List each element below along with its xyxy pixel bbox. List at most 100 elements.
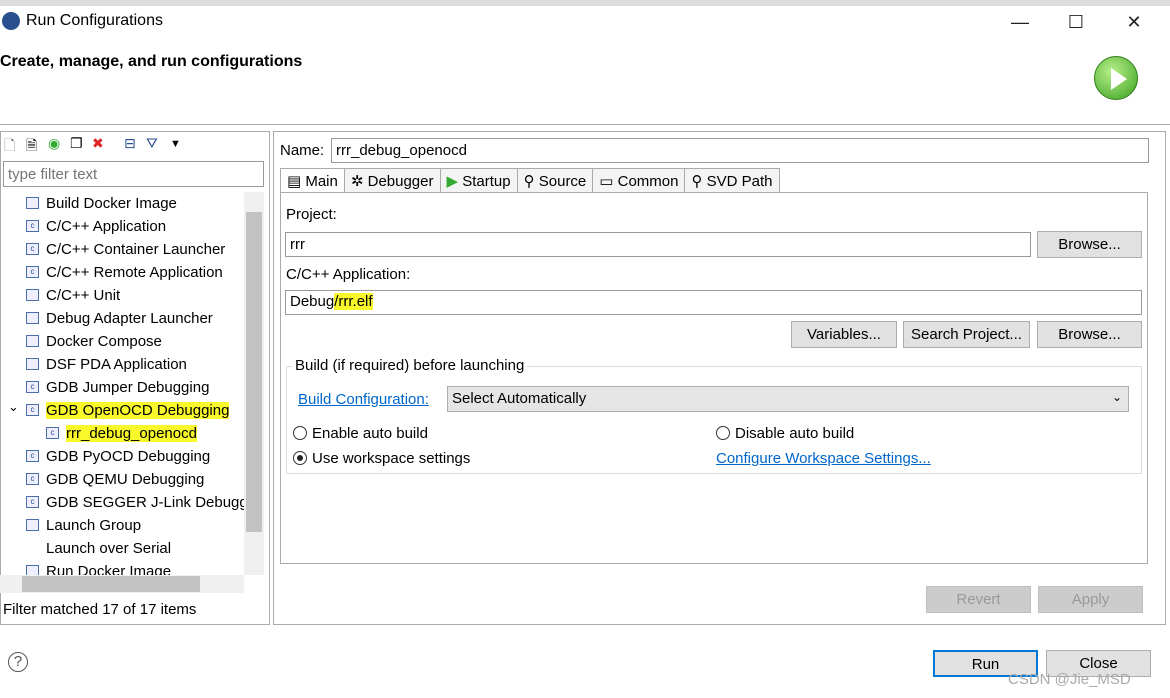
revert-button[interactable]: Revert [926,586,1031,613]
c-icon: c [26,243,39,255]
c-icon: c [26,450,39,462]
dialog-header: Create, manage, and run configurations [0,53,303,70]
tree-item-label: C/C++ Container Launcher [46,241,226,258]
tree-item-label: C/C++ Remote Application [46,264,223,281]
tree-item-label: GDB QEMU Debugging [46,471,205,488]
tree-item[interactable]: Launch Group [0,514,244,537]
tab-source[interactable]: ⚲ Source [516,168,594,193]
docker-build-icon [26,197,39,209]
enable-auto-build-radio[interactable]: Enable auto build [293,425,428,442]
application-label: C/C++ Application: [286,266,411,283]
tree-item[interactable]: c GDB QEMU Debugging [0,468,244,491]
tree-item-label: GDB PyOCD Debugging [46,448,211,465]
cu-icon [26,289,39,301]
scroll-thumb[interactable] [246,212,262,532]
build-configuration-select[interactable]: Select Automatically ⌄ [447,386,1129,412]
tree-item-label: GDB SEGGER J-Link Debugging [46,494,244,511]
tree-item-label: GDB Jumper Debugging [46,379,210,396]
app-icon [2,12,20,30]
filter-status: Filter matched 17 of 17 items [3,601,197,618]
tree-item-label: GDB OpenOCD Debugging [46,402,230,419]
chevron-down-icon: ⌄ [1111,390,1122,404]
tree-item[interactable]: c C/C++ Container Launcher [0,238,244,261]
tree-item[interactable]: c GDB Jumper Debugging [0,376,244,399]
tab-bar: ▤ Main ✲ Debugger ▶ Startup ⚲ Source ▭ Commo… [280,168,780,193]
disable-auto-build-radio[interactable]: Disable auto build [716,425,854,442]
c-icon: c [26,404,39,416]
tree-item-label: Launch over Serial [46,540,172,557]
tree-item[interactable]: C/C++ Unit [0,284,244,307]
minimize-button[interactable]: — [1000,8,1040,36]
tree-item-label: DSF PDA Application [46,356,187,373]
project-input[interactable] [285,232,1031,257]
play-icon [26,335,39,347]
collapse-all-icon[interactable]: ⊟ [124,135,136,152]
tree-item-label: C/C++ Unit [46,287,121,304]
tree-item-label: Run Docker Image [46,563,172,575]
tree-item[interactable]: c C/C++ Remote Application [0,261,244,284]
tree-item-label: Debug Adapter Launcher [46,310,213,327]
tree-item-label: rrr_debug_openocd [66,425,197,442]
tab-svd-path[interactable]: ⚲ SVD Path [684,168,780,193]
tree-item[interactable]: Debug Adapter Launcher [0,307,244,330]
c-icon: c [46,427,59,439]
tab-startup[interactable]: ▶ Startup [439,168,518,193]
tree-item[interactable]: c rrr_debug_openocd [0,422,244,445]
tree-item-label: C/C++ Application [46,218,167,235]
apply-button[interactable]: Apply [1038,586,1143,613]
tree-item[interactable]: c GDB PyOCD Debugging [0,445,244,468]
browse-project-button[interactable]: Browse... [1037,231,1142,258]
filter-icon[interactable]: ⛛ [146,135,158,152]
bug-icon [26,312,39,324]
c-icon: c [26,473,39,485]
new-config-icon[interactable]: 🗋 [4,135,15,159]
use-workspace-settings-radio[interactable]: Use workspace settings [293,450,470,467]
bug-icon [26,358,39,370]
maximize-button[interactable]: ☐ [1056,8,1096,36]
tree-item[interactable]: Run Docker Image [0,560,244,575]
background-strip [0,0,1170,6]
divider [0,124,1170,125]
window-title: Run Configurations [26,12,163,29]
tree-item[interactable]: ⌄ c GDB OpenOCD Debugging [0,399,244,422]
name-input[interactable] [331,138,1149,163]
c-icon: c [26,220,39,232]
delete-icon[interactable]: ✖ [92,135,104,152]
name-label: Name: [280,142,325,159]
tree-item[interactable]: Build Docker Image [0,192,244,215]
export-icon[interactable]: ◉ [48,135,60,152]
search-project-button[interactable]: Search Project... [903,321,1030,348]
tree-item[interactable]: c C/C++ Application [0,215,244,238]
c-icon: c [26,381,39,393]
application-input[interactable]: Debug/rrr.elf [285,290,1142,315]
chevron-down-icon[interactable]: ▼ [170,138,181,150]
tree-item-label: Build Docker Image [46,195,177,212]
run-icon [1094,56,1138,100]
filter-input[interactable] [3,161,264,187]
project-label: Project: [286,206,337,223]
build-group-label: Build (if required) before launching [292,357,528,374]
tree-item-label: Docker Compose [46,333,162,350]
tab-main[interactable]: ▤ Main [280,168,345,193]
tree-item[interactable]: c GDB SEGGER J-Link Debugging [0,491,244,514]
tab-common[interactable]: ▭ Common [592,168,686,193]
tree-item[interactable]: Docker Compose [0,330,244,353]
duplicate-icon[interactable]: ❐ [70,135,83,152]
close-window-button[interactable]: ✕ [1114,8,1154,36]
chevron-down-icon[interactable]: ⌄ [8,395,19,418]
tab-debugger[interactable]: ✲ Debugger [343,168,441,193]
watermark: CSDN @Jie_MSD [1008,671,1131,688]
variables-button[interactable]: Variables... [791,321,897,348]
c-icon: c [26,496,39,508]
help-icon[interactable]: ? [8,652,28,672]
tree-item[interactable]: Launch over Serial [0,537,244,560]
new-prototype-icon[interactable]: 🗎 [26,135,37,159]
c-icon: c [26,266,39,278]
launch-group-icon [26,519,39,531]
browse-application-button[interactable]: Browse... [1037,321,1142,348]
hscroll-thumb[interactable] [22,576,200,592]
docker-run-icon [26,565,39,575]
configure-workspace-link[interactable]: Configure Workspace Settings... [716,450,931,467]
build-configuration-link[interactable]: Build Configuration: [298,391,429,408]
tree-item[interactable]: DSF PDA Application [0,353,244,376]
